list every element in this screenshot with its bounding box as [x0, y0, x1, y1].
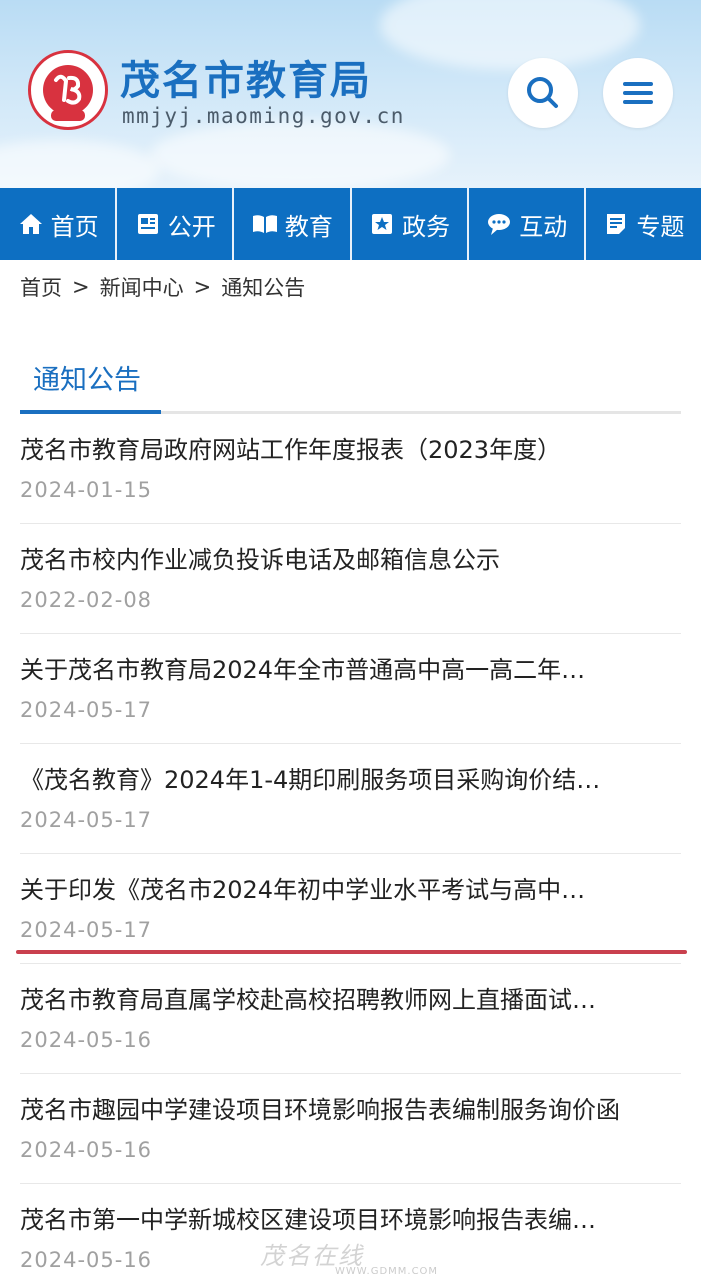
nav-item-topics[interactable]: 专题 — [586, 188, 701, 260]
nav-item-label: 互动 — [519, 212, 568, 241]
site-logo[interactable] — [28, 50, 108, 130]
notice-list: 茂名市教育局政府网站工作年度报表（2023年度） 2024-01-15 茂名市校… — [20, 414, 681, 1280]
book-icon — [252, 215, 277, 233]
list-item-title[interactable]: 茂名市第一中学新城校区建设项目环境影响报告表编… — [20, 1200, 681, 1235]
list-item[interactable]: 茂名市教育局直属学校赴高校招聘教师网上直播面试… 2024-05-16 — [20, 964, 681, 1074]
breadcrumb-current: 通知公告 — [221, 276, 306, 300]
list-item-date: 2022-02-08 — [20, 588, 153, 612]
site-header: 茂名市教育局 mmjyj.maoming.gov.cn — [0, 0, 701, 188]
cloud-decoration — [380, 0, 640, 70]
list-item[interactable]: 茂名市趣园中学建设项目环境影响报告表编制服务询价函 2024-05-16 — [20, 1074, 681, 1184]
breadcrumb-separator: > — [72, 275, 90, 299]
site-url: mmjyj.maoming.gov.cn — [122, 104, 405, 128]
nav-item-label: 公开 — [167, 212, 216, 241]
nav-item-label: 专题 — [636, 212, 685, 241]
nav-item-interaction[interactable]: 互动 — [469, 188, 586, 260]
menu-icon — [623, 82, 653, 104]
cloud-decoration — [0, 140, 160, 188]
section-title-tab[interactable]: 通知公告 — [20, 350, 161, 414]
nav-item-education[interactable]: 教育 — [234, 188, 352, 260]
star-badge-icon — [372, 214, 393, 234]
chat-icon — [488, 214, 511, 235]
cloud-decoration — [150, 120, 450, 188]
id-card-icon — [137, 214, 158, 234]
menu-button[interactable] — [603, 58, 673, 128]
main-nav: 首页 公开 教育 政务 互动 专题 — [0, 188, 701, 260]
breadcrumb: 首页 > 新闻中心 > 通知公告 — [20, 272, 305, 302]
search-icon — [527, 77, 558, 108]
list-item-date: 2024-05-16 — [20, 1248, 153, 1272]
list-item[interactable]: 关于茂名市教育局2024年全市普通高中高一高二年… 2024-05-17 — [20, 634, 681, 744]
list-item-title[interactable]: 《茂名教育》2024年1-4期印刷服务项目采购询价结… — [20, 760, 681, 795]
list-item-title[interactable]: 关于印发《茂名市2024年初中学业水平考试与高中… — [20, 870, 681, 905]
list-item[interactable]: 茂名市校内作业减负投诉电话及邮箱信息公示 2022-02-08 — [20, 524, 681, 634]
nav-item-label: 政务 — [402, 212, 451, 241]
nav-item-label: 首页 — [50, 212, 99, 241]
watermark-url: WWW.GDMM.COM — [335, 1266, 439, 1277]
list-item[interactable]: 《茂名教育》2024年1-4期印刷服务项目采购询价结… 2024-05-17 — [20, 744, 681, 854]
list-item-date: 2024-05-17 — [20, 808, 153, 832]
nav-item-public[interactable]: 公开 — [117, 188, 235, 260]
list-item-title[interactable]: 关于茂名市教育局2024年全市普通高中高一高二年… — [20, 650, 681, 685]
list-item-title[interactable]: 茂名市趣园中学建设项目环境影响报告表编制服务询价函 — [20, 1090, 681, 1125]
list-item-title[interactable]: 茂名市校内作业减负投诉电话及邮箱信息公示 — [20, 540, 681, 575]
list-item-date: 2024-01-15 — [20, 478, 153, 502]
list-item-date: 2024-05-17 — [20, 918, 153, 942]
list-item-title[interactable]: 茂名市教育局政府网站工作年度报表（2023年度） — [20, 430, 681, 465]
nav-item-government[interactable]: 政务 — [352, 188, 469, 260]
list-item-date: 2024-05-16 — [20, 1028, 153, 1052]
list-item[interactable]: 茂名市教育局政府网站工作年度报表（2023年度） 2024-01-15 — [20, 414, 681, 524]
breadcrumb-home-link[interactable]: 首页 — [20, 272, 62, 302]
list-item-title[interactable]: 茂名市教育局直属学校赴高校招聘教师网上直播面试… — [20, 980, 681, 1015]
site-title: 茂名市教育局 — [120, 58, 372, 104]
logo-emblem-icon — [43, 65, 93, 121]
list-item-date: 2024-05-17 — [20, 698, 153, 722]
list-item[interactable]: 关于印发《茂名市2024年初中学业水平考试与高中… 2024-05-17 — [20, 854, 681, 964]
breadcrumb-news-link[interactable]: 新闻中心 — [100, 272, 184, 302]
document-icon — [607, 214, 626, 234]
nav-item-label: 教育 — [284, 212, 333, 241]
highlight-underline — [16, 950, 687, 954]
breadcrumb-separator: > — [193, 275, 212, 299]
home-icon — [19, 214, 42, 234]
search-button[interactable] — [508, 58, 578, 128]
nav-item-home[interactable]: 首页 — [0, 188, 118, 260]
list-item-date: 2024-05-16 — [20, 1138, 153, 1162]
